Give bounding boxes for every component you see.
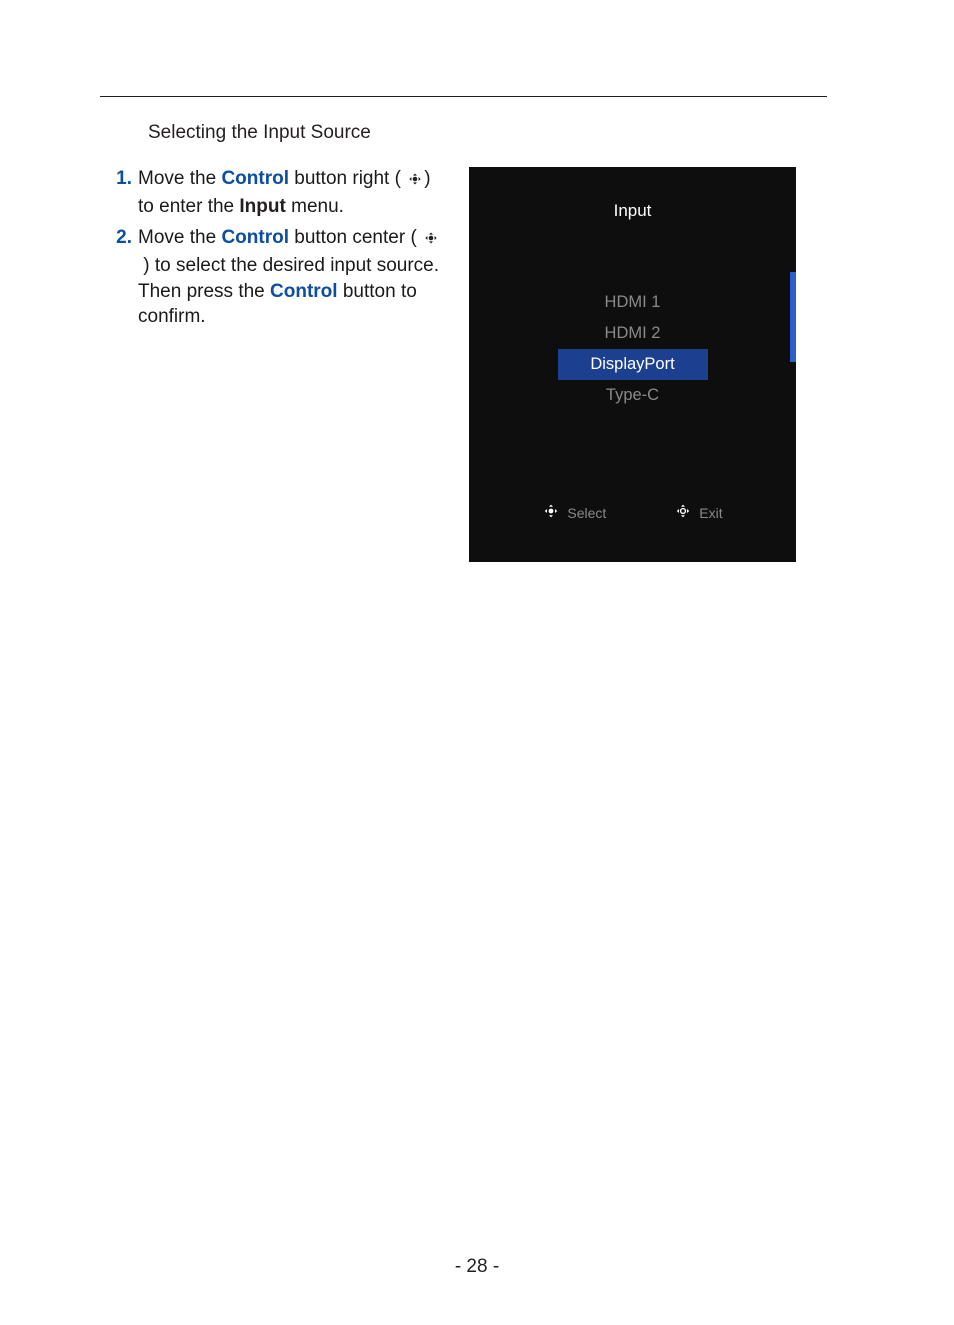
osd-item-displayport[interactable]: DisplayPort (558, 349, 708, 380)
osd-panel: Input HDMI 1 HDMI 2 DisplayPort Type-C S… (469, 167, 796, 562)
osd-exit-label: Exit (699, 505, 722, 521)
osd-select-label: Select (567, 505, 606, 521)
menu-name: Input (239, 196, 285, 217)
text: menu. (286, 196, 344, 217)
control-keyword: Control (221, 168, 289, 189)
osd-input-list: HDMI 1 HDMI 2 DisplayPort Type-C (469, 287, 796, 411)
text: Move the (138, 168, 221, 189)
joystick-right-icon (406, 168, 424, 194)
instruction-list: 1. Move the Control button right ( ) to … (104, 166, 449, 336)
text: button center ( (289, 227, 422, 248)
step-number: 1. (104, 166, 138, 219)
top-rule (100, 96, 827, 97)
joystick-center-icon (422, 227, 440, 253)
osd-item-typec[interactable]: Type-C (558, 380, 708, 411)
step-number: 2. (104, 225, 138, 330)
step-body: Move the Control button center ( ) to se… (138, 225, 449, 330)
osd-select-hint: Select (542, 503, 606, 522)
text: Move the (138, 227, 221, 248)
joystick-select-icon (542, 503, 560, 522)
manual-page: Selecting the Input Source 1. Move the C… (0, 0, 954, 1325)
osd-item-hdmi2[interactable]: HDMI 2 (558, 318, 708, 349)
section-heading: Selecting the Input Source (148, 122, 371, 144)
step-1: 1. Move the Control button right ( ) to … (104, 166, 449, 219)
text: button right ( (289, 168, 406, 189)
page-number: - 28 - (0, 1256, 954, 1278)
osd-exit-hint: Exit (674, 503, 722, 522)
osd-item-hdmi1[interactable]: HDMI 1 (558, 287, 708, 318)
step-2: 2. Move the Control button center ( ) to… (104, 225, 449, 330)
control-keyword: Control (221, 227, 289, 248)
osd-title: Input (469, 167, 796, 221)
control-keyword: Control (270, 281, 338, 302)
step-body: Move the Control button right ( ) to ent… (138, 166, 449, 219)
osd-footer: Select Exit (469, 503, 796, 522)
joystick-exit-icon (674, 503, 692, 522)
